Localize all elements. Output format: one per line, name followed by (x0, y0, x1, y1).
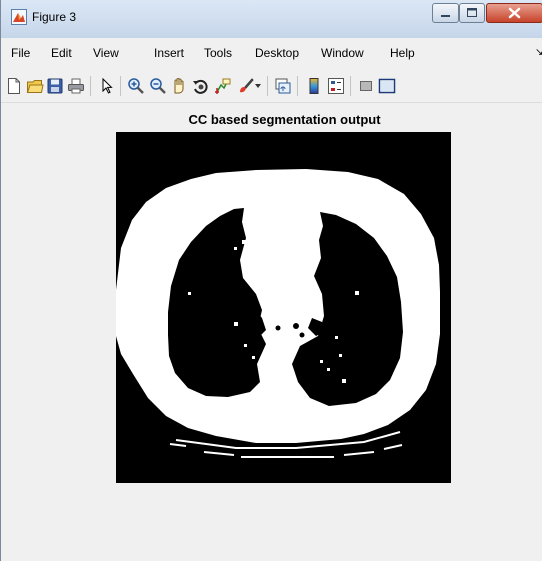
vessel-speck (355, 291, 359, 295)
close-icon (508, 7, 521, 19)
plot-title: CC based segmentation output (188, 112, 381, 127)
hide-plot-tools-icon[interactable] (357, 77, 375, 95)
airway-hole (293, 323, 299, 329)
menu-overflow-icon[interactable]: ↘ (535, 47, 542, 58)
minimize-button[interactable] (432, 3, 459, 23)
vessel-speck (335, 336, 338, 339)
pan-icon[interactable] (170, 77, 188, 95)
vessel-speck (339, 354, 342, 357)
rotate-3d-icon[interactable] (192, 77, 210, 95)
vessel-speck (252, 356, 255, 359)
segmentation-image-axes (116, 132, 451, 483)
vessel-speck (234, 322, 238, 326)
new-figure-icon[interactable] (5, 77, 23, 95)
vessel-speck (327, 368, 330, 371)
airway-hole (275, 325, 281, 331)
airway-hole (299, 332, 305, 338)
minimize-icon (441, 15, 450, 17)
zoom-out-icon[interactable] (149, 77, 167, 95)
toolbar-separator (267, 76, 268, 96)
menu-insert[interactable]: Insert (154, 46, 184, 60)
vessel-speck (320, 360, 323, 363)
figure-toolbar (1, 68, 542, 103)
zoom-in-icon[interactable] (127, 77, 145, 95)
toolbar-separator (120, 76, 121, 96)
toolbar-separator (350, 76, 351, 96)
menu-help[interactable]: Help (390, 46, 415, 60)
figure-window: Figure 3 File Edit View Insert Tools Des… (0, 0, 542, 561)
colorbar-icon[interactable] (305, 77, 323, 95)
maximize-icon (467, 8, 477, 17)
menu-window[interactable]: Window (321, 46, 364, 60)
title-bar[interactable]: Figure 3 (1, 0, 542, 38)
brush-icon[interactable] (237, 77, 255, 95)
vessel-speck (244, 344, 247, 347)
pointer-icon[interactable] (98, 77, 116, 95)
close-button[interactable] (486, 3, 542, 23)
matlab-figure-icon (11, 9, 27, 25)
link-plot-icon[interactable] (274, 77, 292, 95)
window-title: Figure 3 (32, 10, 77, 24)
print-icon[interactable] (67, 77, 85, 95)
menu-bar: File Edit View Insert Tools Desktop Wind… (1, 38, 542, 68)
save-icon[interactable] (46, 77, 64, 95)
vessel-speck (234, 247, 237, 250)
menu-view[interactable]: View (93, 46, 119, 60)
show-plot-tools-icon[interactable] (378, 77, 396, 95)
open-file-icon[interactable] (26, 77, 44, 95)
toolbar-separator (297, 76, 298, 96)
vessel-speck (342, 379, 346, 383)
menu-desktop[interactable]: Desktop (255, 46, 299, 60)
menu-tools[interactable]: Tools (204, 46, 232, 60)
menu-file[interactable]: File (11, 46, 30, 60)
segmentation-image (116, 132, 451, 483)
vessel-speck (242, 240, 246, 244)
maximize-button[interactable] (459, 3, 485, 23)
vessel-speck (188, 292, 191, 295)
chevron-down-icon[interactable] (255, 84, 261, 88)
toolbar-separator (90, 76, 91, 96)
data-cursor-icon[interactable] (214, 77, 232, 95)
menu-edit[interactable]: Edit (51, 46, 72, 60)
legend-icon[interactable] (327, 77, 345, 95)
